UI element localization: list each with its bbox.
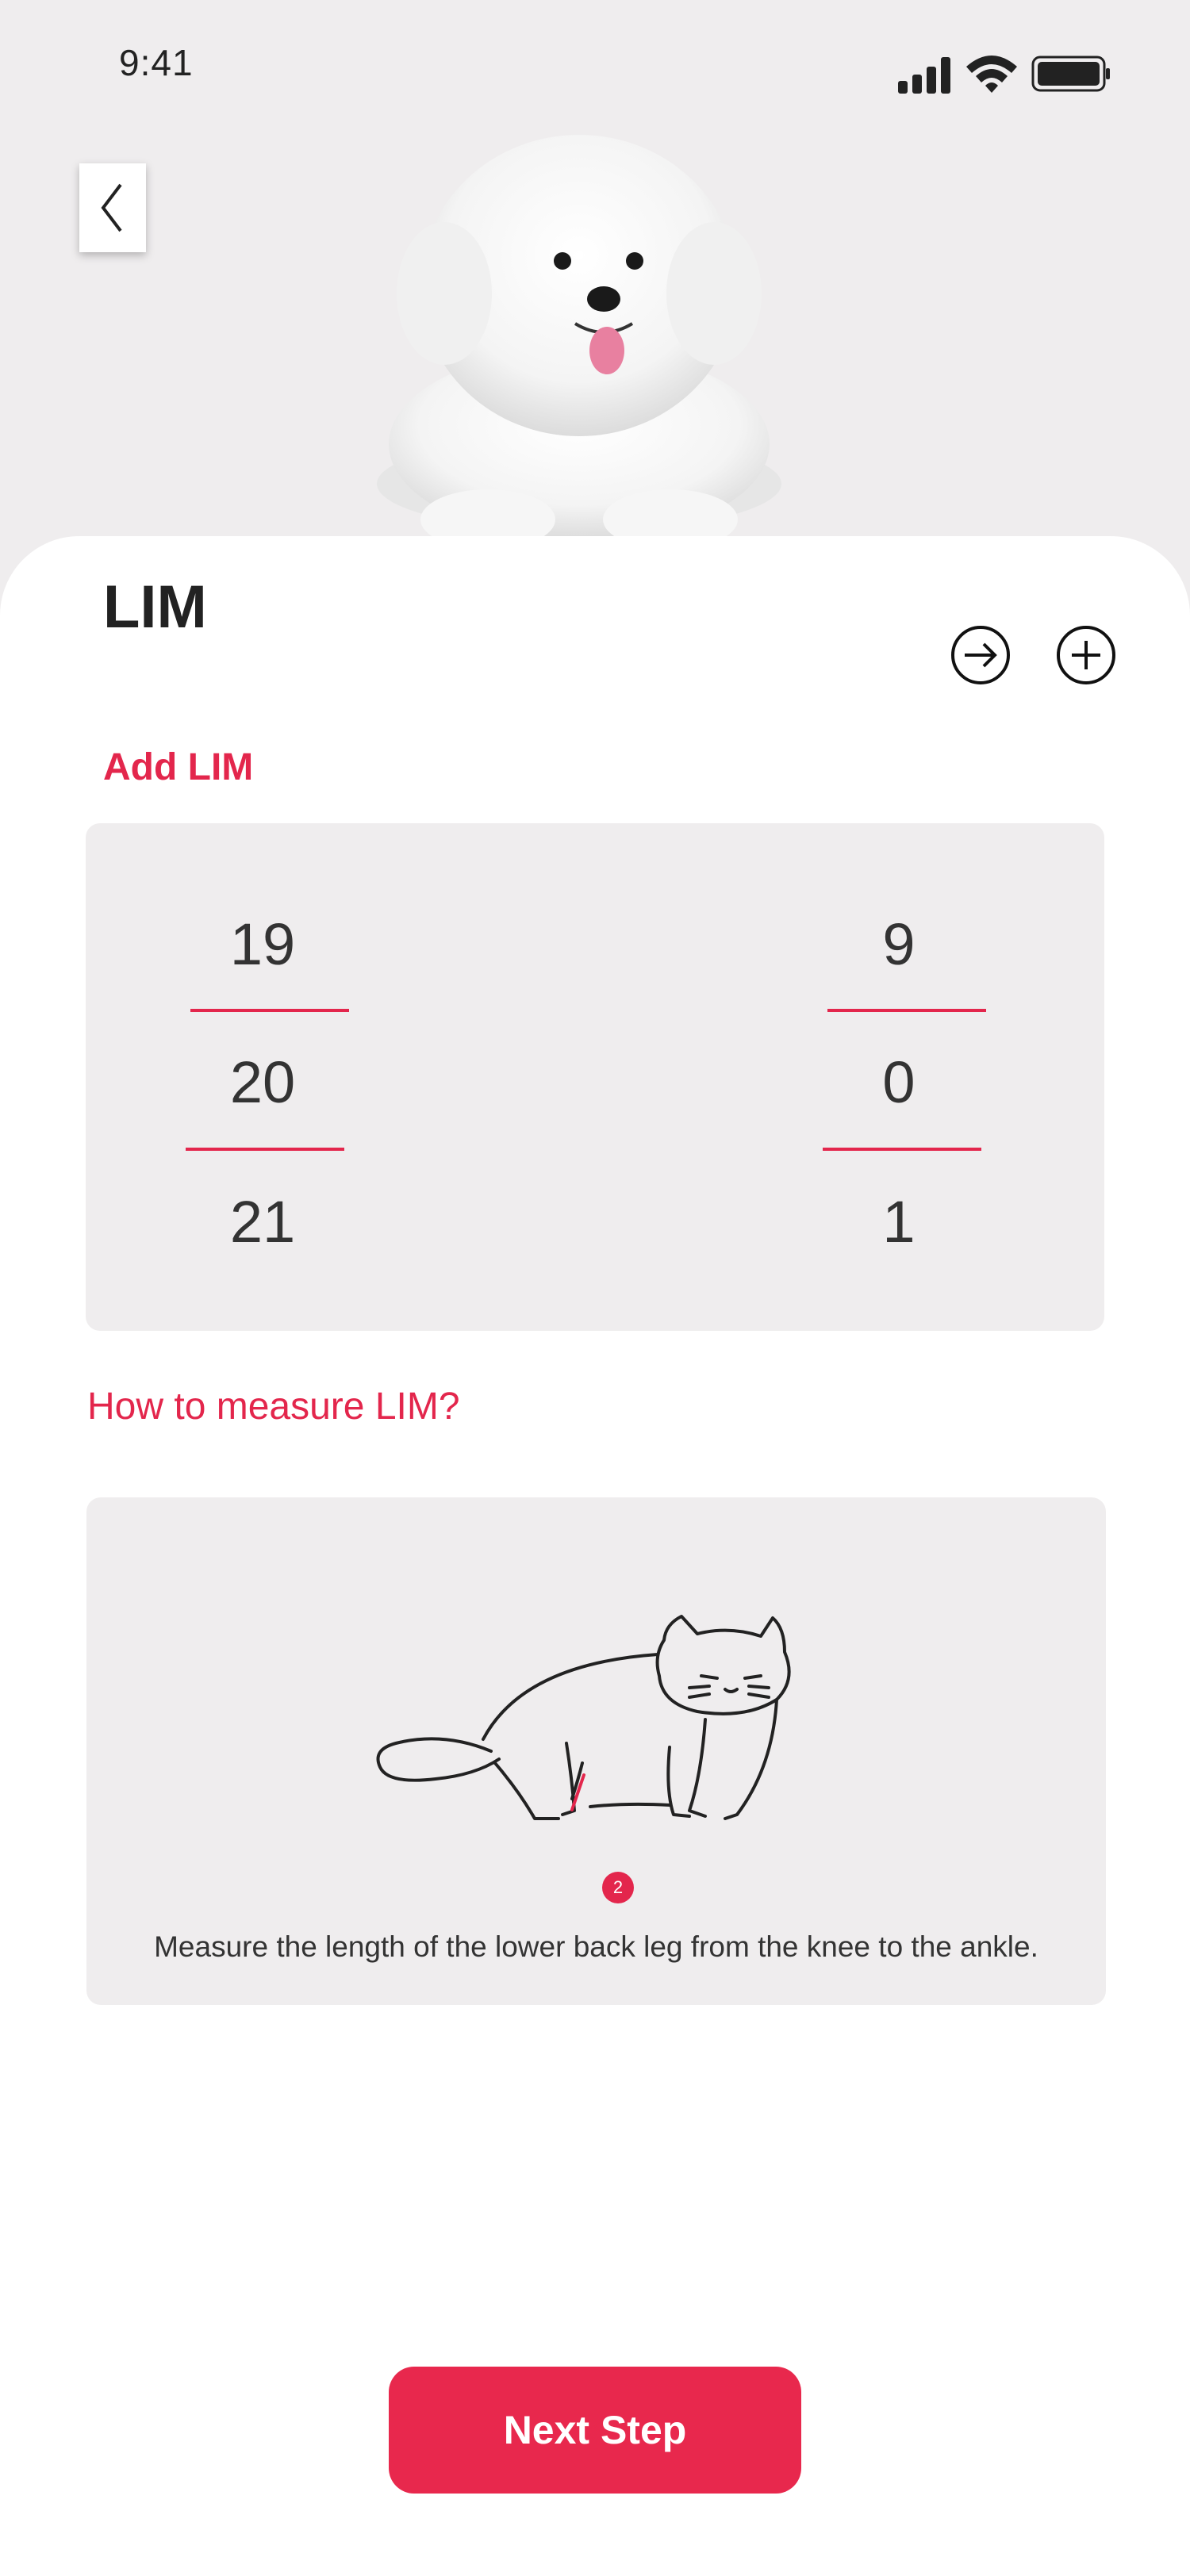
measure-point-number: 2 [612,1877,624,1897]
selection-line-bottom [823,1148,981,1151]
lim-picker: 19 20 21 9 0 1 [86,823,1104,1331]
wheel-value-selected[interactable]: 20 [183,1048,342,1116]
page-title: LIM [103,573,207,641]
measure-guide-card: 2 Measure the length of the lower back l… [86,1497,1106,2005]
cat-illustration [376,1615,791,1820]
arrow-right-circle-icon [951,626,1010,684]
dog-photo [377,135,781,550]
wheel-value-selected[interactable]: 0 [820,1048,978,1116]
whole-number-wheel[interactable]: 19 20 21 [183,823,349,1331]
how-to-measure-link[interactable]: How to measure LIM? [87,1385,460,1428]
selection-line-top [827,1009,986,1012]
back-button[interactable] [79,163,146,252]
decimal-wheel[interactable]: 9 0 1 [820,823,986,1331]
next-arrow-button[interactable] [949,623,1012,687]
status-time: 9:41 [119,42,194,83]
selection-line-top [190,1009,349,1012]
measure-point-badge: 2 [602,1872,634,1903]
status-icons [873,49,1111,101]
chevron-left-icon [101,183,122,232]
wifi-icon [966,56,1017,93]
wheel-value-above[interactable]: 9 [820,910,978,978]
next-step-button[interactable]: Next Step [389,2367,801,2494]
selection-line-bottom [186,1148,344,1151]
wheel-value-below[interactable]: 1 [820,1188,978,1255]
add-button[interactable] [1054,623,1118,687]
wheel-value-below[interactable]: 21 [183,1188,342,1255]
add-lim-label: Add LIM [103,746,254,788]
signal-icon [898,57,950,94]
wheel-value-above[interactable]: 19 [183,910,342,978]
plus-circle-icon [1057,626,1115,684]
measure-instructions: Measure the length of the lower back leg… [154,1930,1038,1963]
battery-icon [1031,56,1110,92]
